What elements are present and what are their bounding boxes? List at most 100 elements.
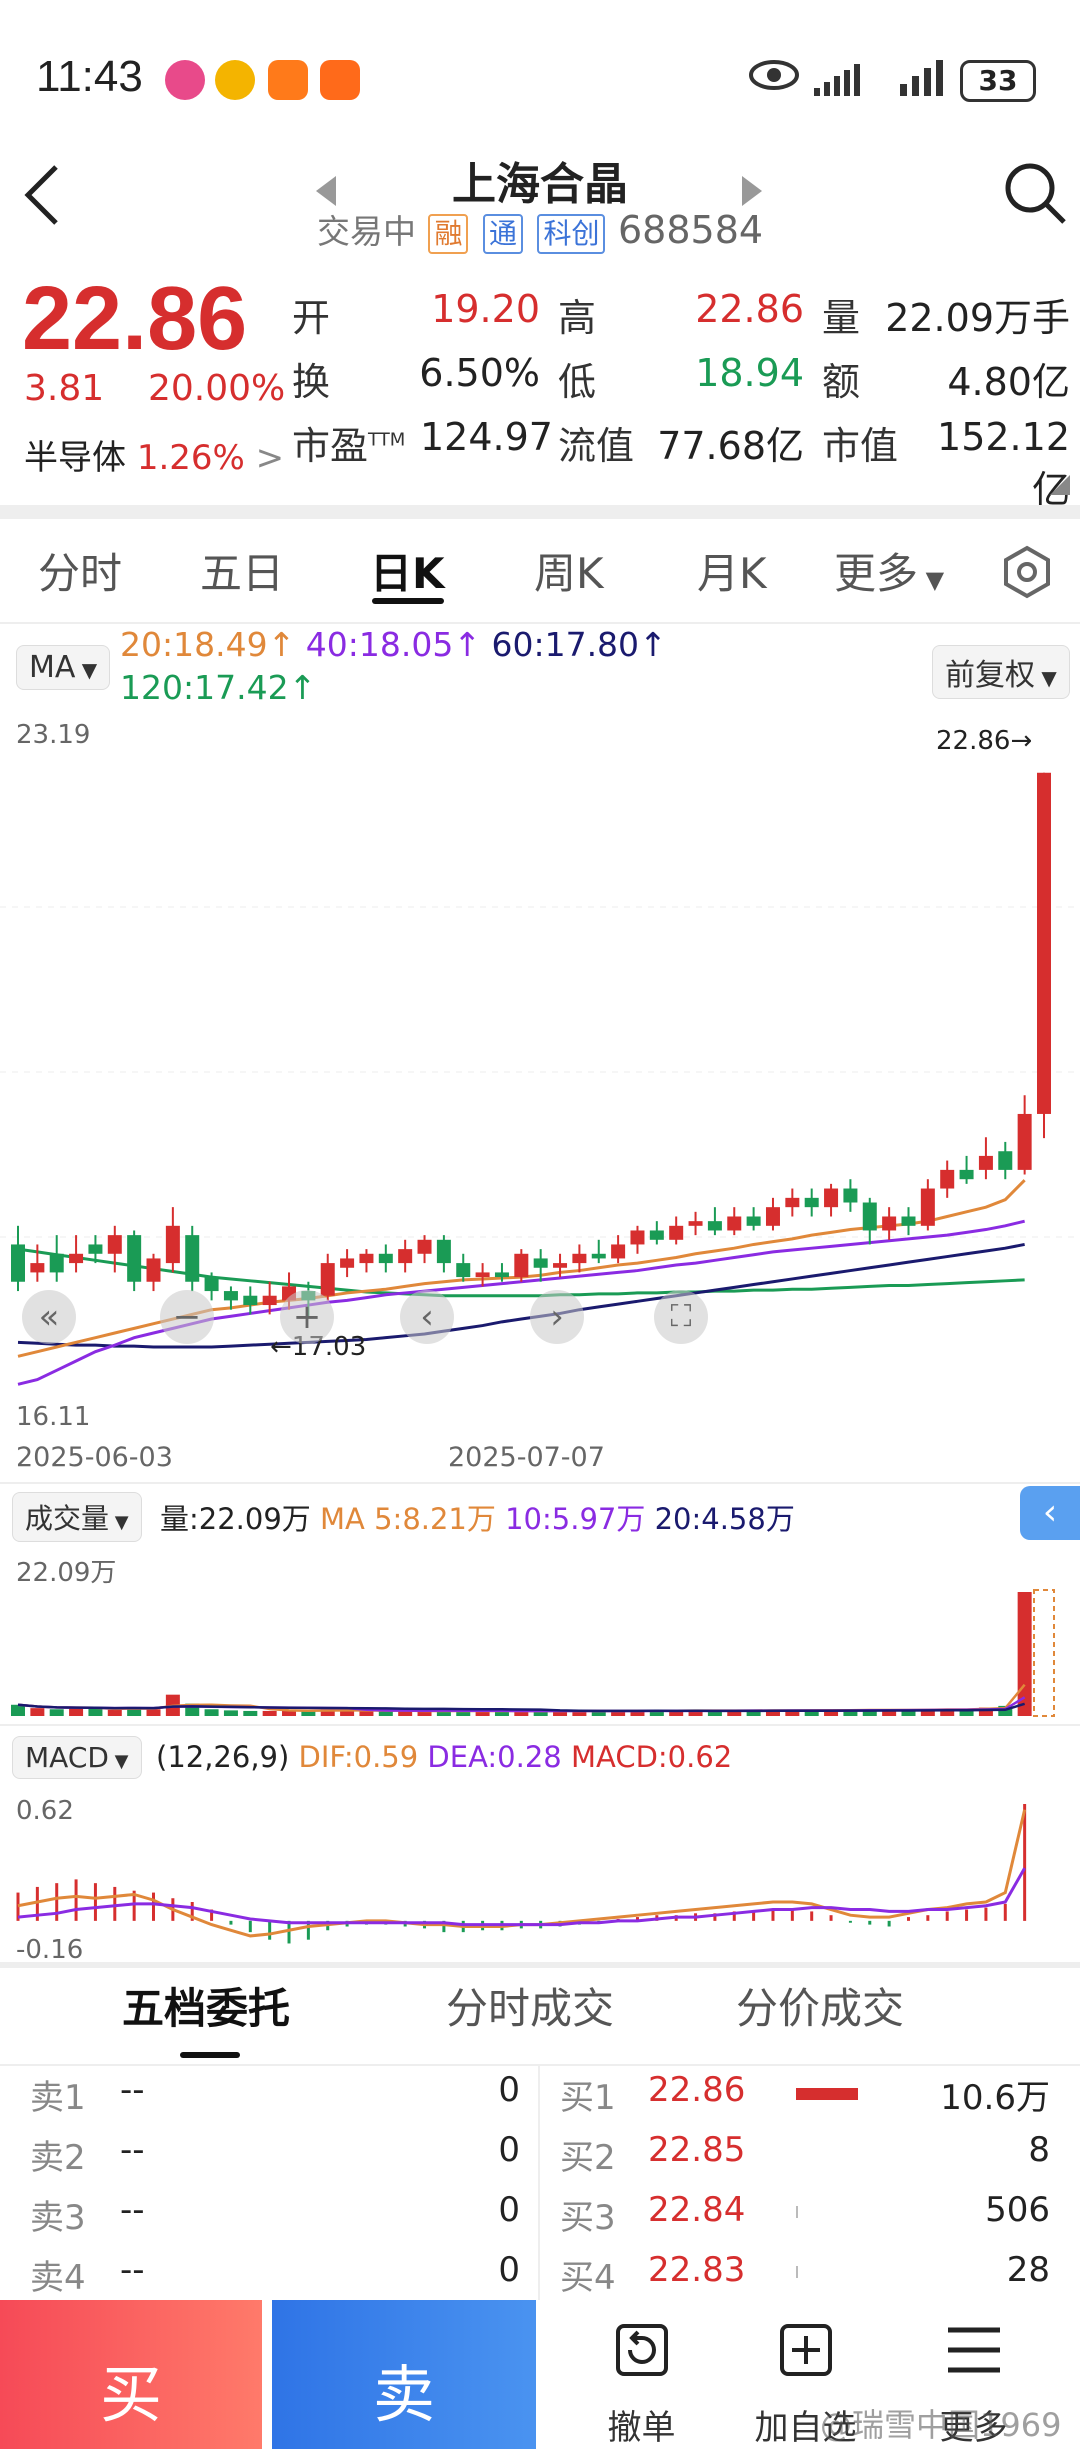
scroll-left-icon[interactable]: ‹	[400, 1290, 454, 1344]
macd-selector[interactable]: MACD ▼	[12, 1736, 142, 1779]
volume-bar	[262, 1710, 277, 1716]
volume-chart	[11, 1589, 1055, 1717]
stock-name: 上海合晶	[452, 159, 628, 210]
candle-body	[727, 1216, 742, 1231]
tab-more[interactable]: 更多 ▼	[834, 540, 944, 601]
candle-body	[456, 1263, 471, 1278]
adjust-selector[interactable]: 前复权 ▼	[932, 645, 1070, 699]
collapse-panel-icon[interactable]: ‹	[1020, 1486, 1080, 1540]
tab-order-book[interactable]: 五档委托	[122, 1975, 290, 2036]
candle-body	[707, 1221, 722, 1231]
volume-selector[interactable]: 成交量 ▼	[12, 1492, 142, 1542]
zoom-out-icon[interactable]: −	[160, 1290, 214, 1344]
expand-corner-icon[interactable]	[1050, 475, 1070, 495]
buy-button[interactable]: 买	[0, 2300, 262, 2449]
tag-connect: 通	[482, 214, 523, 254]
candle-body	[417, 1239, 432, 1254]
mcap-value: 152.12亿	[937, 415, 1070, 512]
buy-3-qty: 506	[985, 2190, 1050, 2230]
tab-intraday[interactable]: 分时	[38, 540, 122, 601]
candle-body	[514, 1253, 529, 1278]
tab-5day[interactable]: 五日	[200, 540, 284, 601]
amount-label: 额	[822, 360, 861, 404]
candle-body	[1017, 1113, 1032, 1170]
cancel-order-button[interactable]: 撤单	[574, 2300, 709, 2449]
candle-body	[553, 1263, 568, 1268]
buy-3-label: 买3	[560, 2198, 616, 2238]
low-label: 低	[558, 360, 597, 404]
ma-selector[interactable]: MA ▼	[16, 645, 111, 690]
sector-link[interactable]: 半导体 1.26% >	[24, 430, 284, 479]
volume-bar	[11, 1704, 25, 1716]
date-start: 2025-06-03	[16, 1442, 173, 1473]
candle-body	[475, 1272, 490, 1278]
caret-down-icon: ▼	[918, 566, 945, 594]
settings-icon[interactable]	[1000, 545, 1054, 599]
turnover-label: 换	[292, 360, 331, 404]
chevron-right-icon: >	[255, 438, 285, 478]
buy-1-bar	[796, 2088, 858, 2100]
candle-body	[69, 1253, 84, 1264]
sell-2-label: 卖2	[30, 2138, 86, 2178]
ma20-value: 20:18.49	[120, 625, 268, 664]
candle-body	[998, 1151, 1013, 1170]
search-icon[interactable]	[1002, 160, 1068, 226]
macd-divider	[0, 1962, 1080, 1968]
volume-bar	[204, 1709, 219, 1716]
menu-icon	[948, 2327, 1000, 2373]
float-cap-value: 77.68亿	[657, 424, 804, 468]
open-value: 19.20	[431, 287, 540, 331]
sell-1-label: 卖1	[30, 2078, 86, 2118]
sector-change: 1.26%	[136, 438, 245, 478]
app-notification-icon	[165, 60, 205, 100]
tab-daily-k[interactable]: 日K	[370, 540, 445, 601]
candle-body	[127, 1235, 142, 1282]
ma40-value: 40:18.05	[305, 625, 454, 664]
tab-weekly-k[interactable]: 周K	[534, 540, 604, 601]
sell-button[interactable]: 卖	[272, 2300, 536, 2449]
kline-bottom-label: 16.11	[16, 1402, 91, 1432]
tab-trades[interactable]: 分时成交	[446, 1975, 614, 2036]
candle-body	[649, 1230, 664, 1240]
tag-star: 科创	[537, 214, 606, 254]
sell-4-label: 卖4	[30, 2258, 86, 2298]
candle-body	[882, 1216, 897, 1231]
candle-body	[824, 1188, 839, 1208]
vol-ma10: 10:5.97万	[505, 1502, 646, 1536]
volume-legend: 量:22.09万 MA 5:8.21万 10:5.97万 20:4.58万	[160, 1496, 795, 1538]
high-label: 高	[558, 296, 597, 340]
sell-3-label: 卖3	[30, 2198, 86, 2238]
candle-body	[378, 1253, 393, 1264]
orderbook-center-divider	[538, 2066, 540, 2300]
candle-body	[901, 1216, 916, 1226]
stock-code: 688584	[617, 208, 764, 252]
candle-body	[920, 1188, 935, 1226]
candle-body	[572, 1253, 587, 1264]
buy-1-label: 买1	[560, 2078, 616, 2118]
candle-body	[669, 1225, 684, 1240]
turnover-value: 6.50%	[419, 351, 540, 395]
tabs-divider	[0, 622, 1080, 624]
tab-monthly-k[interactable]: 月K	[697, 540, 767, 601]
volume-bar	[378, 1711, 393, 1716]
candle-body	[940, 1169, 955, 1189]
sell-3-price: --	[120, 2190, 145, 2230]
eye-icon	[749, 60, 799, 90]
tab-price-volume[interactable]: 分价成交	[736, 1975, 904, 2036]
last-price: 22.86	[22, 269, 248, 369]
app-notification-icon-2	[268, 60, 308, 100]
candle-body	[243, 1295, 258, 1306]
pe-label: 市盈TTM	[292, 424, 406, 468]
amount-value: 4.80亿	[947, 360, 1070, 404]
volume-bar	[146, 1709, 161, 1716]
candle-body	[185, 1235, 200, 1282]
candle-body	[49, 1253, 64, 1273]
macd-chart	[16, 1804, 1027, 1944]
sell-3-qty: 0	[498, 2190, 520, 2230]
scroll-left-fast-icon[interactable]: «	[22, 1290, 76, 1344]
fullscreen-icon[interactable]: ⛶	[654, 1290, 708, 1344]
zoom-in-icon[interactable]: +	[280, 1290, 334, 1344]
clock: 11:43	[36, 52, 143, 101]
scroll-right-icon[interactable]: ›	[530, 1290, 584, 1344]
sell-2-price: --	[120, 2130, 145, 2170]
